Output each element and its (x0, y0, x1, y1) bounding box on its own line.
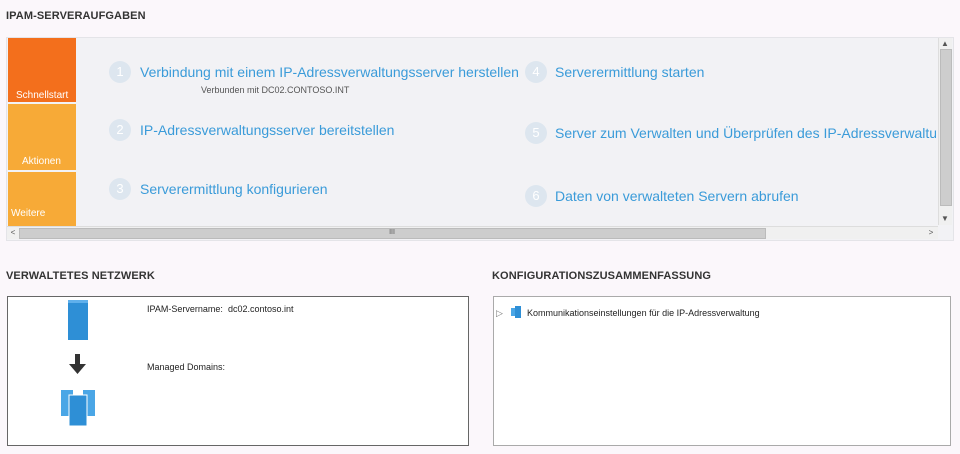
settings-server-icon (511, 306, 521, 318)
tab-label: Schnellstart (16, 90, 69, 101)
page-title: IPAM-SERVERAUFGABEN (6, 10, 146, 22)
arrow-down-icon (69, 354, 86, 374)
vertical-scroll-thumb[interactable] (940, 49, 952, 206)
step-link[interactable]: Verbindung mit einem IP-Adressverwaltung… (140, 64, 519, 80)
step-link[interactable]: Server zum Verwalten und Überprüfen des … (555, 125, 936, 141)
scroll-grip: III (389, 229, 395, 236)
scroll-left-button[interactable]: < (8, 228, 18, 238)
config-tree-item[interactable]: Kommunikationseinstellungen für die IP-A… (527, 308, 760, 318)
network-diagram (61, 300, 95, 427)
server-name-value: dc02.contoso.int (228, 304, 294, 314)
tab-weitere[interactable]: Weitere (8, 172, 76, 226)
domain-servers-icon (61, 390, 95, 427)
tab-aktionen[interactable]: Aktionen (8, 104, 76, 170)
step-status: Verbunden mit DC02.CONTOSO.INT (201, 85, 350, 95)
step-link[interactable]: Serverermittlung konfigurieren (140, 181, 328, 197)
step-number: 5 (525, 122, 547, 144)
expand-icon[interactable]: ▷ (496, 308, 503, 319)
step-number: 6 (525, 185, 547, 207)
managed-domains-label: Managed Domains: (147, 362, 226, 372)
step-number: 1 (109, 61, 131, 83)
tab-label: Aktionen (22, 156, 61, 167)
step-number: 2 (109, 119, 131, 141)
server-icon (68, 300, 88, 340)
config-section-title: KONFIGURATIONSZUSAMMENFASSUNG (492, 270, 712, 282)
config-panel (493, 296, 951, 446)
step-number: 4 (525, 61, 547, 83)
tab-schnellstart[interactable]: Schnellstart (8, 38, 76, 102)
step-number: 3 (109, 178, 131, 200)
scroll-down-button[interactable]: ▼ (939, 214, 951, 224)
step-link[interactable]: Serverermittlung starten (555, 64, 704, 80)
step-link[interactable]: IP-Adressverwaltungsserver bereitstellen (140, 122, 394, 138)
tab-label: Weitere (11, 208, 46, 219)
scroll-right-button[interactable]: > (926, 228, 936, 238)
network-section-title: VERWALTETES NETZWERK (6, 270, 155, 282)
step-link[interactable]: Daten von verwalteten Servern abrufen (555, 188, 799, 204)
server-name-label: IPAM-Servername: (147, 304, 223, 314)
scroll-up-button[interactable]: ▲ (939, 39, 951, 49)
